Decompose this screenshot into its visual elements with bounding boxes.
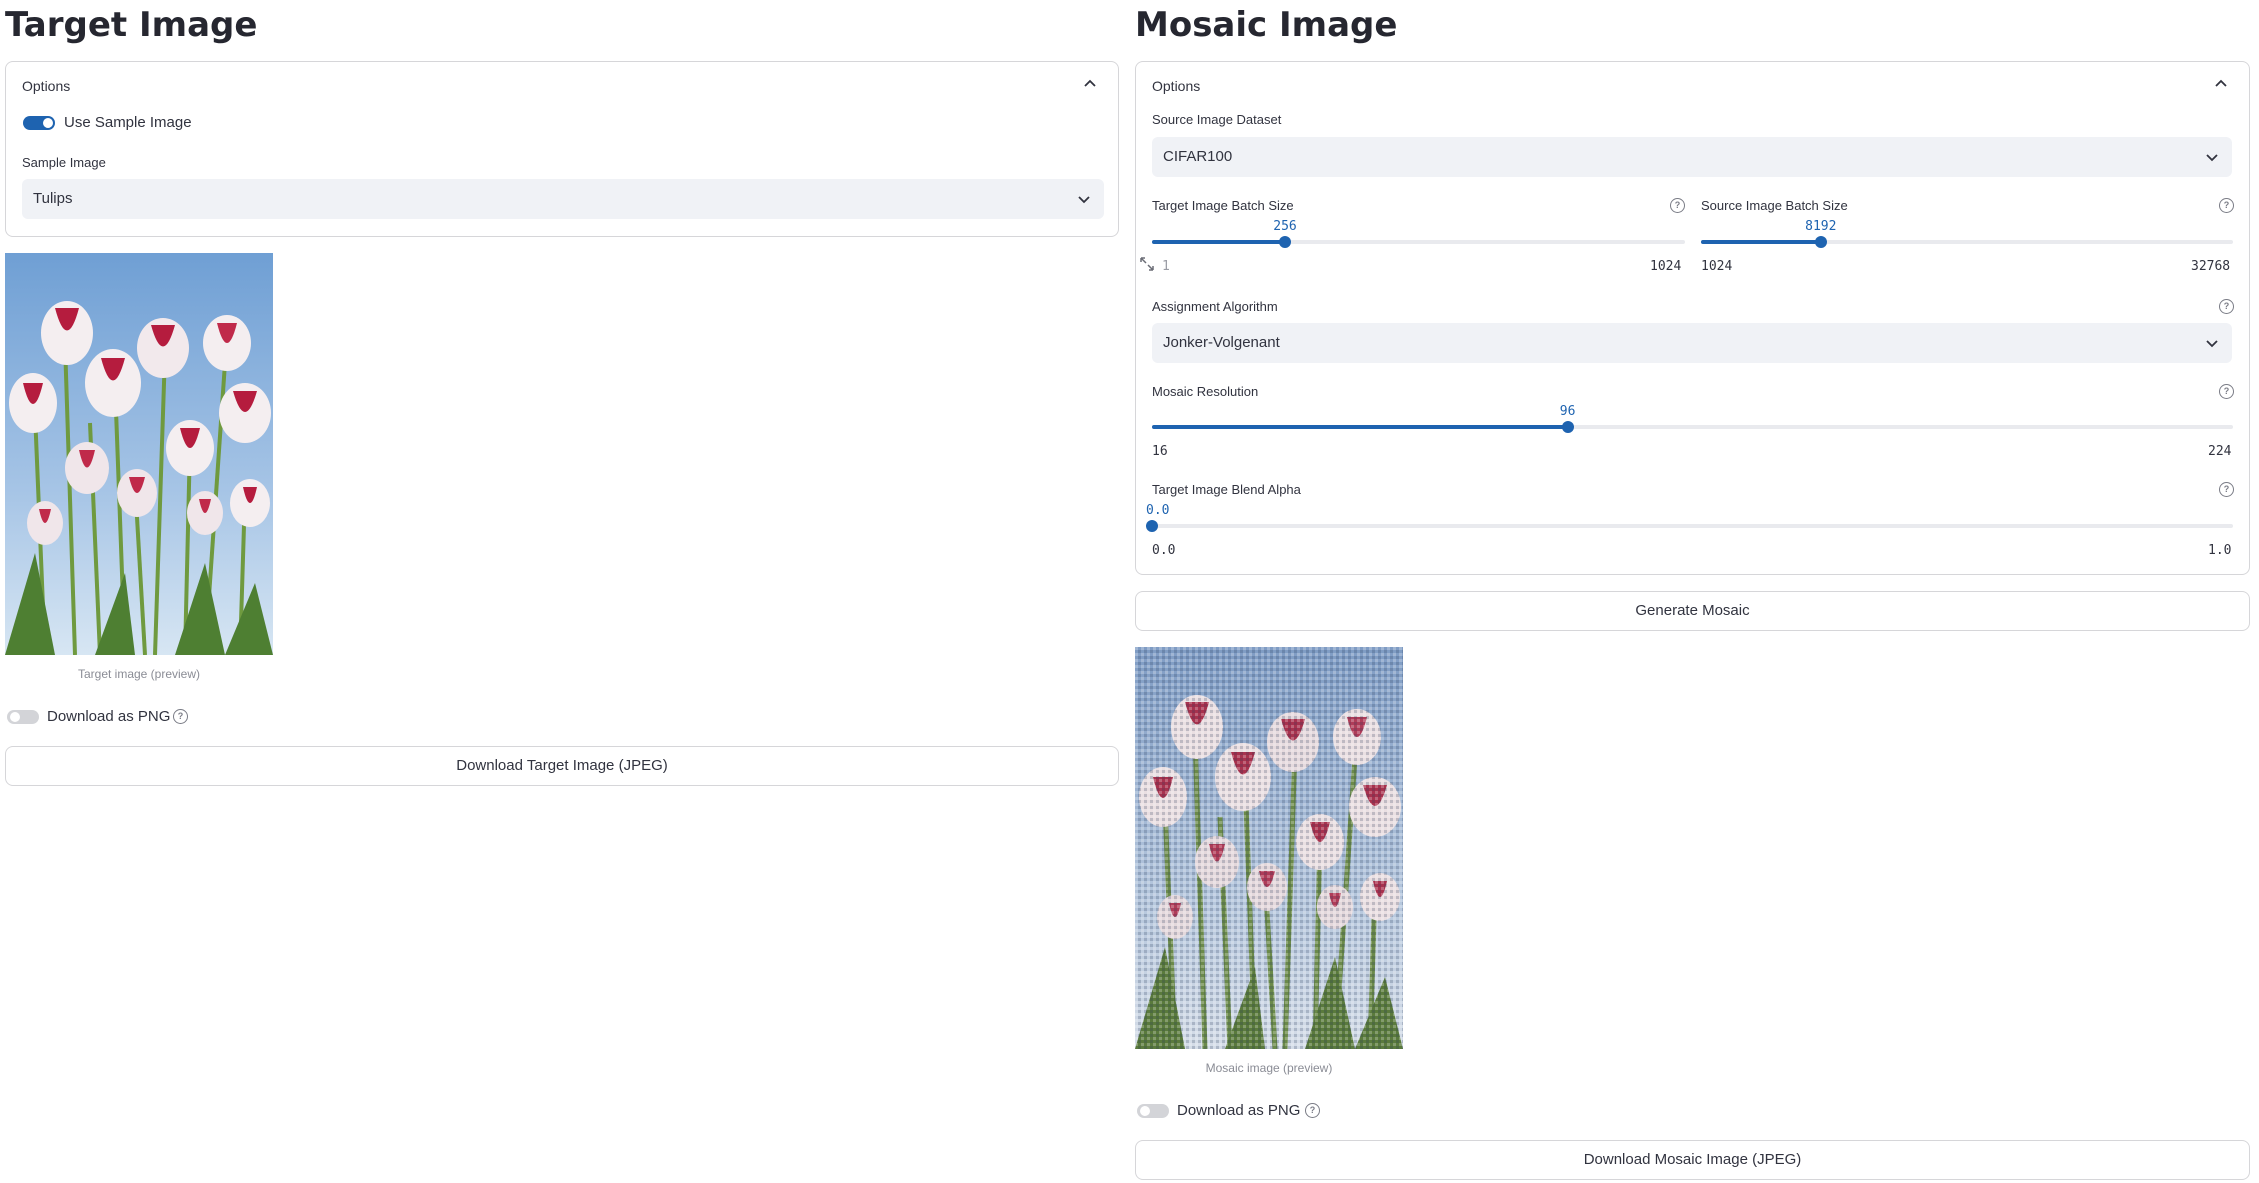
target-batch-thumb[interactable] xyxy=(1279,236,1292,248)
target-batch-fill xyxy=(1152,240,1286,244)
mosaic-title: Mosaic Image xyxy=(1135,5,1398,45)
target-batch-max: 1024 xyxy=(1650,259,1682,274)
source-batch-max: 32768 xyxy=(2191,259,2231,274)
mosaic-png-label: Download as PNG xyxy=(1177,1102,1301,1119)
sample-image-select[interactable]: Tulips xyxy=(22,179,1104,219)
algorithm-select[interactable]: Jonker-Volgenant xyxy=(1152,323,2232,363)
target-image-caption: Target image (preview) xyxy=(77,667,201,681)
chevron-down-icon xyxy=(1078,196,1090,204)
chevron-down-icon xyxy=(2206,154,2218,162)
resolution-slider[interactable] xyxy=(1152,421,2233,433)
download-target-button[interactable]: Download Target Image (JPEG) xyxy=(5,746,1119,786)
target-image xyxy=(5,253,273,655)
fullscreen-icon[interactable] xyxy=(1139,256,1155,272)
use-sample-label: Use Sample Image xyxy=(64,114,192,131)
algorithm-label: Assignment Algorithm xyxy=(1152,299,1278,314)
source-batch-label: Source Image Batch Size xyxy=(1701,198,1848,213)
mosaic-options-expander: Options Source Image Dataset CIFAR100 Ta… xyxy=(1135,61,2250,575)
help-icon[interactable]: ? xyxy=(2219,384,2234,399)
target-batch-value: 256 xyxy=(1273,219,1297,234)
resolution-value: 96 xyxy=(1559,404,1576,419)
dataset-value: CIFAR100 xyxy=(1163,148,1233,165)
target-batch-min: 1 xyxy=(1162,259,1170,274)
target-batch-label: Target Image Batch Size xyxy=(1152,198,1294,213)
resolution-label: Mosaic Resolution xyxy=(1152,384,1259,399)
help-icon[interactable]: ? xyxy=(173,709,188,724)
target-column: Target Image Options Use Sample Image Sa… xyxy=(5,0,1119,786)
source-batch-fill xyxy=(1701,240,1822,244)
resolution-max: 224 xyxy=(2208,444,2232,459)
source-batch-min: 1024 xyxy=(1701,259,1733,274)
sample-image-value: Tulips xyxy=(33,190,73,207)
target-options-expander: Options Use Sample Image Sample Image Tu… xyxy=(5,61,1119,237)
resolution-min: 16 xyxy=(1152,444,1168,459)
download-mosaic-button[interactable]: Download Mosaic Image (JPEG) xyxy=(1135,1140,2250,1180)
mosaic-options-header[interactable]: Options xyxy=(1136,62,2249,108)
source-batch-slider[interactable] xyxy=(1701,236,2233,248)
help-icon[interactable]: ? xyxy=(1670,198,1685,213)
target-title: Target Image xyxy=(5,5,258,45)
source-batch-value: 8192 xyxy=(1805,219,1837,234)
alpha-slider[interactable] xyxy=(1146,520,2233,532)
resolution-thumb[interactable] xyxy=(1561,421,1574,433)
sample-image-label: Sample Image xyxy=(22,155,106,170)
target-png-toggle[interactable] xyxy=(7,710,39,724)
target-options-header[interactable]: Options xyxy=(6,62,1118,108)
help-icon[interactable]: ? xyxy=(2219,299,2234,314)
mosaic-image xyxy=(1135,647,1403,1049)
help-icon[interactable]: ? xyxy=(1305,1103,1320,1118)
alpha-thumb[interactable] xyxy=(1146,520,1158,532)
resolution-fill xyxy=(1152,425,1568,429)
target-batch-slider[interactable] xyxy=(1152,236,1685,248)
options-label: Options xyxy=(22,78,71,94)
use-sample-toggle[interactable] xyxy=(23,116,55,130)
options-label: Options xyxy=(1152,78,1201,94)
chevron-up-icon xyxy=(1084,79,1096,87)
alpha-min: 0.0 xyxy=(1152,543,1176,558)
alpha-value: 0.0 xyxy=(1146,503,1170,518)
alpha-max: 1.0 xyxy=(2208,543,2232,558)
dataset-label: Source Image Dataset xyxy=(1152,112,1282,127)
algorithm-value: Jonker-Volgenant xyxy=(1163,334,1280,351)
alpha-label: Target Image Blend Alpha xyxy=(1152,482,1301,497)
target-png-label: Download as PNG xyxy=(47,708,171,725)
mosaic-column: Mosaic Image Options Source Image Datase… xyxy=(1135,0,2250,1180)
mosaic-png-toggle[interactable] xyxy=(1137,1104,1169,1118)
mosaic-image-caption: Mosaic image (preview) xyxy=(1205,1061,1333,1075)
help-icon[interactable]: ? xyxy=(2219,482,2234,497)
dataset-select[interactable]: CIFAR100 xyxy=(1152,137,2232,177)
generate-mosaic-button[interactable]: Generate Mosaic xyxy=(1135,591,2250,631)
chevron-up-icon xyxy=(2215,79,2227,87)
chevron-down-icon xyxy=(2206,340,2218,348)
help-icon[interactable]: ? xyxy=(2219,198,2234,213)
source-batch-thumb[interactable] xyxy=(1815,236,1828,248)
